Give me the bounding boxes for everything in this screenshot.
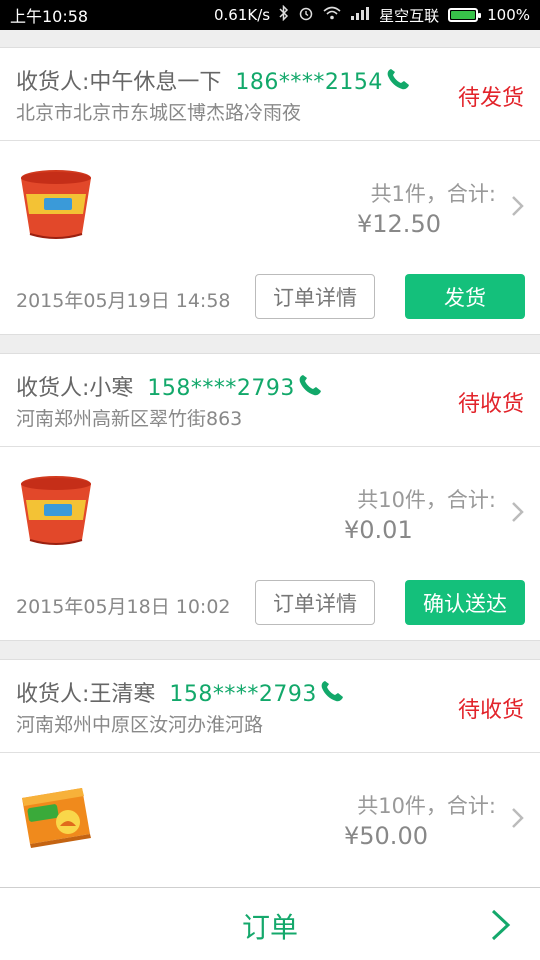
chevron-right-icon[interactable] (510, 500, 526, 524)
status-badge: 待收货 (457, 392, 524, 417)
status-bar: 上午10:58 0.61K/s 星空互联 100% (0, 0, 540, 30)
wifi-icon (323, 6, 341, 24)
chevron-right-icon[interactable] (510, 194, 526, 218)
page-title: 订单 (241, 911, 298, 944)
phone-number[interactable]: 158****2793 (169, 682, 316, 707)
order-card: 收货人:小寒 158****2793 河南郑州高新区翠竹街863 待收货 共10件… (0, 353, 540, 641)
order-header: 收货人:小寒 158****2793 河南郑州高新区翠竹街863 待收货 (0, 354, 540, 447)
order-detail-button[interactable]: 订单详情 (255, 274, 375, 319)
receiver-line: 收货人:中午休息一下 186****2154 (16, 64, 411, 97)
phone-icon[interactable] (297, 373, 323, 403)
order-detail-button[interactable]: 订单详情 (255, 580, 375, 625)
chevron-right-icon[interactable] (490, 908, 512, 942)
phone-number[interactable]: 186****2154 (235, 70, 382, 95)
alarm-icon (298, 5, 314, 25)
bottom-bar: 订单 (0, 887, 540, 960)
address: 北京市北京市东城区博杰路冷雨夜 (16, 102, 302, 124)
status-indicators: 0.61K/s 星空互联 100% (213, 4, 530, 26)
bluetooth-icon (279, 4, 289, 25)
order-date: 2015年05月18日 10:02 (16, 596, 231, 618)
snack-box-icon[interactable] (16, 776, 96, 856)
signal-icon (350, 6, 370, 24)
order-header: 收货人:中午休息一下 186****2154 北京市北京市东城区博杰路冷雨夜 待发… (0, 48, 540, 141)
phone-icon[interactable] (385, 67, 411, 97)
receiver-line: 收货人:小寒 158****2793 (16, 370, 323, 403)
status-badge: 待发货 (457, 86, 524, 111)
chevron-right-icon[interactable] (510, 806, 526, 830)
item-count: 共10件，合计: (357, 794, 496, 818)
receiver-name: 收货人:王清寒 (16, 682, 156, 707)
order-list[interactable]: 收货人:中午休息一下 186****2154 北京市北京市东城区博杰路冷雨夜 待发… (0, 30, 540, 887)
order-date: 2015年05月19日 14:58 (16, 290, 231, 312)
address: 河南郑州高新区翠竹街863 (16, 408, 243, 430)
order-total: ¥12.50 (357, 210, 441, 238)
receiver-name: 收货人:小寒 (16, 376, 134, 401)
address: 河南郑州中原区汝河办淮河路 (16, 714, 264, 736)
battery-icon (448, 8, 482, 22)
ship-button[interactable]: 发货 (405, 274, 525, 319)
order-card: 收货人:中午休息一下 186****2154 北京市北京市东城区博杰路冷雨夜 待发… (0, 47, 540, 335)
order-header: 收货人:王清寒 158****2793 河南郑州中原区汝河办淮河路 待收货 (0, 660, 540, 753)
receiver-name: 收货人:中午休息一下 (16, 70, 222, 95)
noodle-cup-icon[interactable] (16, 164, 96, 244)
item-count: 共1件，合计: (370, 182, 496, 206)
phone-icon[interactable] (319, 679, 345, 709)
item-count: 共10件，合计: (357, 488, 496, 512)
order-total: ¥0.01 (344, 516, 413, 544)
phone-number[interactable]: 158****2793 (147, 376, 294, 401)
receiver-line: 收货人:王清寒 158****2793 (16, 676, 345, 709)
status-badge: 待收货 (457, 698, 524, 723)
confirm-delivery-button[interactable]: 确认送达 (405, 580, 525, 625)
order-total: ¥50.00 (344, 822, 428, 850)
noodle-cup-icon[interactable] (16, 470, 96, 550)
battery-percent: 100% (487, 6, 530, 24)
network-speed: 0.61K/s (213, 6, 271, 24)
order-card: 收货人:王清寒 158****2793 河南郑州中原区汝河办淮河路 待收货 共10… (0, 659, 540, 887)
status-time: 上午10:58 (10, 7, 89, 26)
carrier-name: 星空互联 (379, 6, 440, 25)
